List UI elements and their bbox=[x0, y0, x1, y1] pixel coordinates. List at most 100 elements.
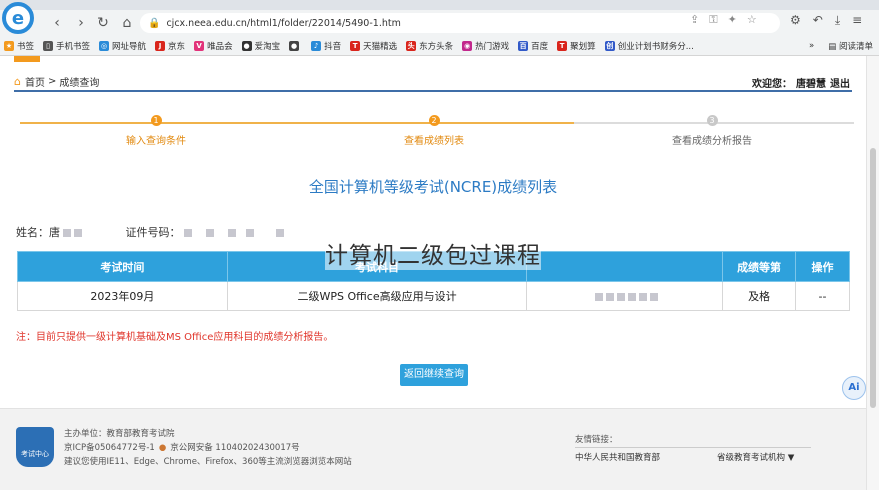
bookmark-item[interactable]: 创创业计划书财务分... bbox=[604, 40, 694, 52]
step-number: 3 bbox=[706, 115, 718, 126]
redacted-block bbox=[638, 292, 647, 301]
breadcrumb: ⌂ 首页 > 成绩查询 欢迎您： 唐碧慧 退出 bbox=[14, 72, 852, 92]
vip-icon: V bbox=[194, 40, 205, 51]
bookmark-item[interactable]: ◉ 热门游戏 bbox=[462, 40, 509, 52]
welcome-area: 欢迎您： 唐碧慧 退出 bbox=[748, 75, 850, 90]
bookmark-item[interactable]: J 京东 bbox=[155, 40, 185, 52]
back-to-query-button[interactable]: 返回继续查询 bbox=[400, 364, 468, 386]
juhuasuan-icon: T bbox=[557, 40, 568, 51]
news-icon: 头 bbox=[406, 40, 417, 51]
phone-icon: ▯ bbox=[43, 40, 54, 51]
id-label: 证件号码： bbox=[125, 226, 181, 239]
step-1: 1 输入查询条件 bbox=[76, 115, 236, 147]
bookmark-item[interactable]: T 聚划算 bbox=[557, 40, 596, 52]
redacted-block bbox=[245, 229, 254, 237]
exam-level: 及格 bbox=[722, 281, 797, 311]
watermark-text: 计算机二级包过课程 bbox=[325, 236, 541, 270]
share-icon[interactable]: ⇪ bbox=[690, 13, 699, 27]
step-3: 3 查看成绩分析报告 bbox=[632, 115, 792, 147]
candidate-info: 姓名：唐 证件号码： bbox=[16, 224, 284, 240]
taobao-icon: ● bbox=[241, 40, 252, 51]
footer-icp: 京ICP备05064772号-1 ● 京公网安备 11040202430017号 bbox=[64, 443, 300, 453]
friend-links-title: 友情链接： bbox=[575, 435, 618, 445]
reading-list-button[interactable]: ▤ 阅读清单 bbox=[828, 40, 873, 52]
star-icon: ★ bbox=[4, 40, 14, 51]
bookmark-item[interactable]: ▯ 手机书签 bbox=[43, 40, 90, 52]
douyin-icon: ♪ bbox=[311, 40, 322, 51]
ai-assistant-icon[interactable]: Ai bbox=[842, 376, 866, 400]
baidu-icon: 百 bbox=[518, 40, 529, 51]
redacted-block bbox=[594, 292, 603, 301]
redacted-block bbox=[183, 229, 192, 237]
breadcrumb-home[interactable]: 首页 bbox=[25, 74, 45, 89]
browser-logo-icon[interactable]: e bbox=[2, 2, 34, 34]
redacted-block bbox=[205, 229, 214, 237]
back-arrow-icon[interactable]: ‹ bbox=[48, 13, 66, 33]
address-bar[interactable]: 🔒 cjcx.neea.edu.cn/html1/folder/22014/54… bbox=[140, 13, 780, 33]
redacted-block bbox=[605, 292, 614, 301]
bookmark-item[interactable]: ★ 书签 bbox=[4, 40, 34, 52]
column-header: 考试时间 bbox=[17, 251, 228, 282]
emblem-logo: 考试中心 bbox=[16, 427, 54, 467]
step-label: 查看成绩列表 bbox=[404, 136, 464, 147]
redacted-block bbox=[74, 229, 82, 237]
logout-link[interactable]: 退出 bbox=[830, 79, 850, 90]
home-icon[interactable]: ⌂ bbox=[118, 13, 136, 33]
user-name: 唐碧慧 bbox=[796, 79, 826, 90]
police-badge-icon: ● bbox=[158, 443, 167, 453]
moe-link[interactable]: 中华人民共和国教育部 bbox=[575, 453, 660, 463]
bookmark-item[interactable]: ♪ 抖音 bbox=[311, 40, 341, 52]
bookmark-item[interactable]: 百百度 bbox=[518, 40, 548, 52]
toolbar-right: ⚙ ↶ ⤓ ≡ bbox=[790, 13, 862, 28]
puzzle-icon[interactable]: ⚙ bbox=[790, 13, 801, 28]
bookmark-item[interactable]: T 天猫精选 bbox=[350, 40, 397, 52]
page-title: 全国计算机等级考试(NCRE)成绩列表 bbox=[308, 178, 558, 196]
exam-subject: 二级WPS Office高级应用与设计 bbox=[226, 281, 528, 311]
redacted-block bbox=[227, 229, 236, 237]
divider bbox=[575, 447, 811, 448]
bookmark-item[interactable]: 头东方头条 bbox=[406, 40, 453, 52]
bookmarks-bar: ★ 书签 ▯ 手机书签 ◎ 网址导航 J 京东 V 唯品会 ● 爱淘宝 ● ♪ 抖音 T 天猫精… bbox=[0, 36, 879, 56]
welcome-label: 欢迎您： bbox=[752, 79, 792, 90]
redacted-block bbox=[649, 292, 658, 301]
tmall-icon: T bbox=[350, 40, 361, 51]
column-header bbox=[526, 251, 724, 282]
breadcrumb-separator: > bbox=[47, 75, 57, 87]
star-icon[interactable]: ☆ bbox=[747, 13, 757, 27]
footer-info: 主办单位：教育部教育考试院 京ICP备05064772号-1 ● 京公网安备 110… bbox=[64, 427, 352, 469]
province-select[interactable]: 省级教育考试机构 ▼ bbox=[717, 451, 794, 463]
globe-icon: ◎ bbox=[99, 40, 110, 51]
step-label: 查看成绩分析报告 bbox=[672, 136, 752, 147]
scrollbar-thumb[interactable] bbox=[870, 148, 876, 408]
game-icon: ◉ bbox=[462, 40, 473, 51]
reload-icon[interactable]: ↻ bbox=[94, 13, 112, 33]
undo-icon[interactable]: ↶ bbox=[813, 13, 823, 28]
footer-browser-note: 建议您使用IE11、Edge、Chrome、Firefox、360等主流浏览器浏… bbox=[64, 457, 352, 467]
table-row: 2023年09月 二级WPS Office高级应用与设计 及格 -- bbox=[17, 281, 850, 311]
jd-icon: J bbox=[155, 40, 166, 51]
column-header: 成绩等第 bbox=[722, 251, 797, 282]
bookmark-item[interactable]: V 唯品会 bbox=[194, 40, 233, 52]
name-label: 姓名： bbox=[16, 226, 49, 239]
extension-icon[interactable]: ✦ bbox=[728, 13, 737, 27]
bookmarks-right: » ▤ 阅读清单 bbox=[809, 36, 873, 55]
home-icon: ⌂ bbox=[14, 74, 21, 88]
bookmark-item[interactable]: ● bbox=[289, 40, 302, 51]
tab-strip bbox=[0, 0, 879, 10]
download-icon[interactable]: ⤓ bbox=[835, 13, 840, 28]
menu-icon[interactable]: ≡ bbox=[852, 13, 862, 28]
redacted-block bbox=[616, 292, 625, 301]
step-number: 2 bbox=[428, 115, 440, 126]
forward-arrow-icon[interactable]: › bbox=[72, 13, 90, 33]
footer: 考试中心 主办单位：教育部教育考试院 京ICP备05064772号-1 ● 京公网安… bbox=[0, 408, 866, 490]
accent-bar bbox=[14, 56, 40, 62]
more-bookmarks-button[interactable]: » bbox=[809, 41, 814, 51]
bookmark-item[interactable]: ◎ 网址导航 bbox=[99, 40, 146, 52]
scrollbar[interactable] bbox=[866, 56, 879, 490]
redacted-block bbox=[275, 229, 284, 237]
bookmark-item[interactable]: ● 爱淘宝 bbox=[241, 40, 280, 52]
key-icon[interactable]: ⚿ bbox=[709, 13, 717, 27]
exam-time: 2023年09月 bbox=[17, 281, 228, 311]
notice-text: 注：目前只提供一级计算机基础及MS Office应用科目的成绩分析报告。 bbox=[16, 332, 334, 343]
url-text[interactable]: cjcx.neea.edu.cn/html1/folder/22014/5490… bbox=[166, 18, 400, 29]
